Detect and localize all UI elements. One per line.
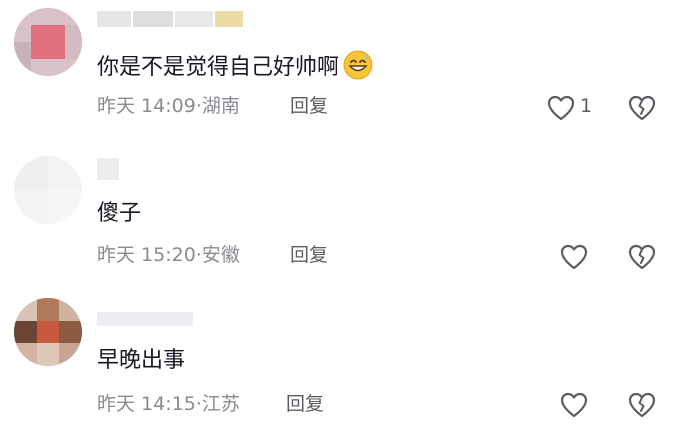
comment-location: 安徽 <box>201 244 240 266</box>
comment-location: 湖南 <box>201 95 240 117</box>
reply-button[interactable]: 回复 <box>290 242 328 268</box>
dislike-button[interactable] <box>628 244 656 270</box>
comment-item: 傻子 昨天 15:20·安徽 回复 <box>0 148 681 288</box>
comment-meta: 昨天 14:09·湖南 <box>97 93 240 119</box>
heart-outline-icon <box>560 392 588 418</box>
dislike-button[interactable] <box>628 392 656 418</box>
username-redacted[interactable] <box>97 11 243 27</box>
reply-button[interactable]: 回复 <box>286 391 324 417</box>
like-button[interactable] <box>560 392 588 418</box>
comment-text: 早晚出事 <box>97 348 186 373</box>
avatar[interactable] <box>14 156 82 224</box>
comment-text: 傻子 <box>97 201 142 226</box>
avatar[interactable] <box>14 298 82 366</box>
comment-location: 江苏 <box>201 393 240 415</box>
grinning-sweat-emoji-icon <box>343 50 373 80</box>
like-count: 1 <box>580 95 593 117</box>
username-redacted[interactable] <box>97 312 193 326</box>
comment-item: 早晚出事 昨天 14:15·江苏 回复 <box>0 296 681 433</box>
comment-text: 你是不是觉得自己好帅啊 <box>97 50 373 83</box>
username-redacted[interactable] <box>97 158 119 180</box>
like-button[interactable] <box>547 95 575 121</box>
comment-time: 昨天 15:20 <box>97 244 196 266</box>
comment-meta: 昨天 14:15·江苏 <box>97 391 240 417</box>
comment-text-content: 你是不是觉得自己好帅啊 <box>97 55 340 80</box>
broken-heart-icon <box>628 392 656 418</box>
comment-item: 你是不是觉得自己好帅啊 昨天 14:09·湖南 回复 1 <box>0 0 681 140</box>
broken-heart-icon <box>628 95 656 121</box>
comment-time: 昨天 14:15 <box>97 393 196 415</box>
heart-outline-icon <box>560 244 588 270</box>
reply-button[interactable]: 回复 <box>290 93 328 119</box>
dislike-button[interactable] <box>628 95 656 121</box>
comment-time: 昨天 14:09 <box>97 95 196 117</box>
heart-outline-icon <box>547 95 575 121</box>
like-button[interactable] <box>560 244 588 270</box>
comment-meta: 昨天 15:20·安徽 <box>97 242 240 268</box>
avatar[interactable] <box>14 8 82 76</box>
broken-heart-icon <box>628 244 656 270</box>
